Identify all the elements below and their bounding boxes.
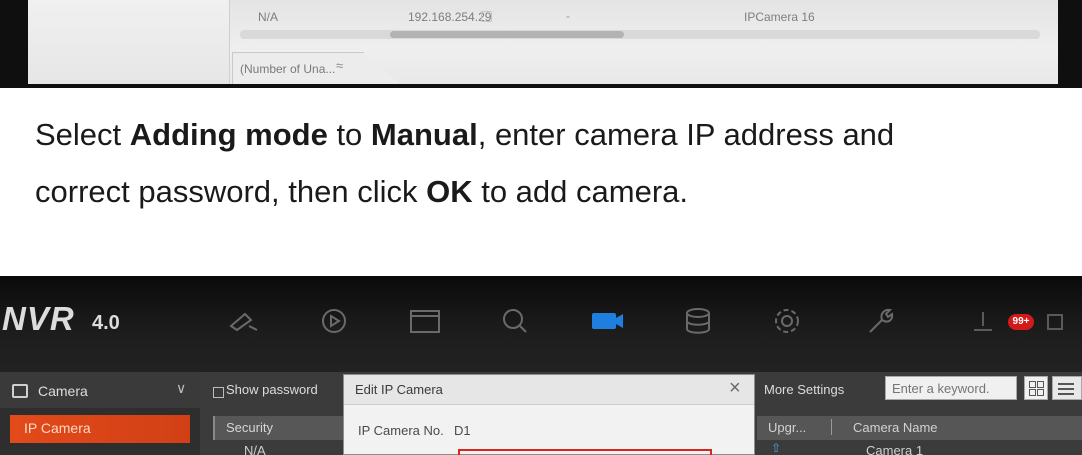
sidebar-camera-label: Camera [38,383,88,399]
row-checkbox[interactable] [481,11,492,22]
instruction-line-2: correct password, then click OK to add c… [35,163,1075,220]
row-ip-cell: 192.168.254.29 [408,10,492,24]
camera-name-cell: Camera 1 [866,443,924,455]
ok-emphasis: OK [426,174,473,209]
row-name-cell: IPCamera 16 [744,10,815,24]
chevron-down-icon[interactable]: ∨ [176,380,186,397]
close-icon[interactable]: × [729,377,741,399]
ip-camera-no-label: IP Camera No. [358,423,444,438]
instruction-text-part: correct password, then click [35,174,427,209]
adding-mode-emphasis: Adding mode [129,117,328,152]
nvr-content-layer: Camera ∨ IP Camera Show password Securit… [0,276,1082,455]
camera-folder-icon [12,384,28,398]
grid-view-icon[interactable] [1024,376,1048,400]
camera-name-column-header[interactable]: Camera Name [853,420,938,435]
ip-camera-no-value: D1 [454,423,471,438]
instruction-text-part: , enter camera IP address and [477,117,895,152]
horizontal-scrollbar[interactable] [240,30,1040,39]
scrollbar-thumb[interactable] [390,31,624,38]
show-password-label[interactable]: Show password [226,382,318,397]
more-settings-link[interactable]: More Settings [764,382,844,397]
unadded-devices-label: (Number of Una... [240,62,336,76]
edit-ip-camera-dialog: Edit IP Camera × IP Camera No. D1 [343,374,755,455]
upgrade-column-header[interactable]: Upgr... [768,420,806,435]
manual-emphasis: Manual [370,117,478,152]
top-screenshot-photo: N/A 192.168.254.29 - IPCamera 16 (Number… [0,0,1082,88]
dialog-title: Edit IP Camera [355,382,443,397]
column-divider [831,419,832,435]
security-value: N/A [244,443,266,455]
instruction-text-part: Select [35,117,130,152]
instruction-line-1: Select Adding mode to Manual, enter came… [35,106,1075,163]
sidebar-ip-camera-label: IP Camera [24,420,91,436]
security-header-label: Security [226,420,273,435]
show-password-checkbox[interactable] [213,387,224,398]
instruction-text: Select Adding mode to Manual, enter came… [35,106,1075,220]
list-view-icon[interactable] [1052,376,1082,400]
upgrade-arrow-icon[interactable]: ⇧ [771,441,781,455]
row-dash-cell: - [566,9,570,23]
instruction-text-part: to add camera. [472,174,688,209]
adding-mode-highlight-box[interactable] [458,449,712,455]
chevron-up-icon[interactable]: ≈ [336,58,343,73]
keyword-search-input[interactable] [885,376,1017,400]
row-security-cell: N/A [258,10,279,24]
instruction-text-part: to [327,117,371,152]
left-pane [28,0,230,84]
